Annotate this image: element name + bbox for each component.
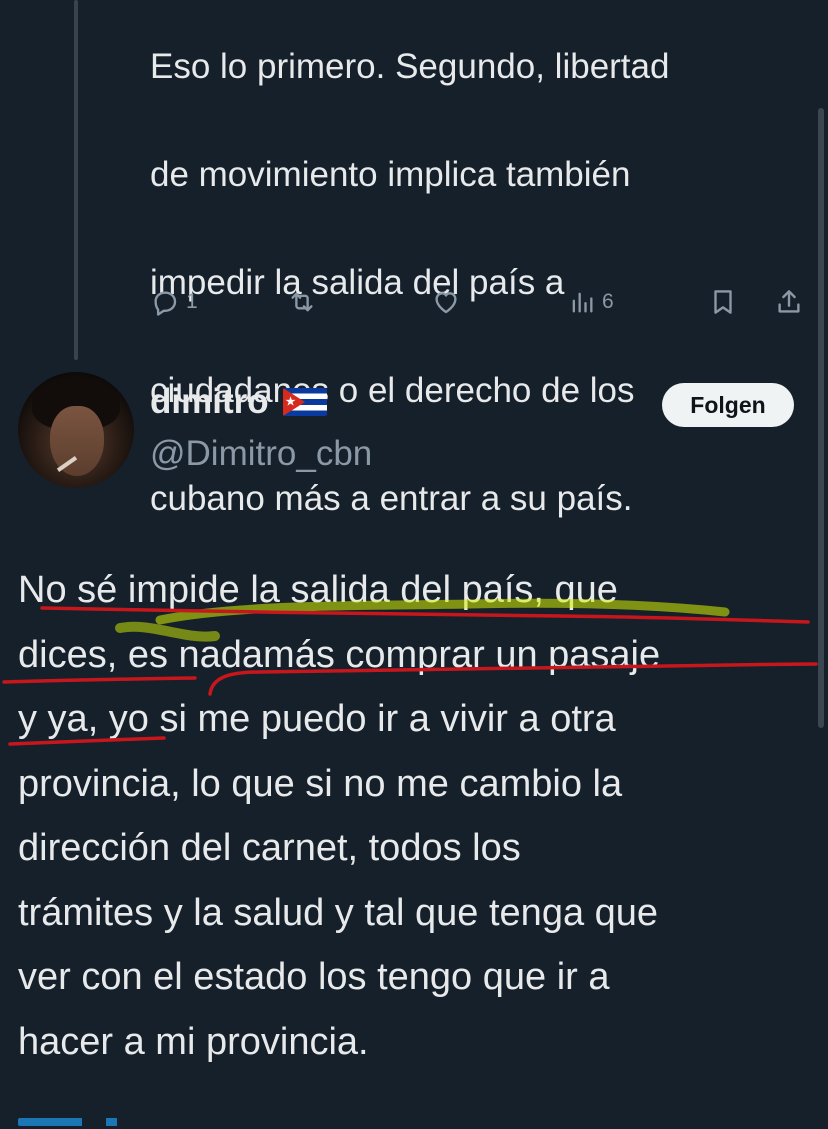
bookmark-icon [708, 287, 738, 317]
views-button[interactable]: 6 [568, 284, 614, 320]
share-button[interactable] [774, 284, 804, 320]
tweet-line: No sé impide la salida del país, que [18, 569, 618, 611]
reply-count: 1 [186, 290, 198, 313]
tweet-line: ver con el estado los tengo que ir a [18, 956, 610, 998]
author-handle[interactable]: @Dimitro_cbn [150, 434, 372, 474]
share-icon [774, 287, 804, 317]
tweet-line: provincia, lo que si no me cambio la [18, 762, 623, 805]
author-display-name: dimitro [150, 382, 269, 421]
scrollbar[interactable] [818, 108, 824, 728]
views-icon [568, 287, 596, 317]
tweet-line: dirección del carnet, todos los [18, 827, 521, 869]
avatar[interactable] [18, 372, 134, 488]
previous-tweet-line: de movimiento implica también [150, 155, 631, 194]
tweet-line: trámites y la salud y tal que tenga que [18, 891, 659, 934]
tweet-text: No sé impide la salida del país, que dic… [18, 558, 818, 1074]
retweet-button[interactable] [286, 284, 318, 320]
previous-tweet-line: cubano más a entrar a su país. [150, 479, 633, 518]
previous-tweet-line: Eso lo primero. Segundo, libertad [150, 47, 670, 86]
views-count: 6 [602, 290, 614, 313]
retweet-icon [286, 287, 318, 317]
follow-button[interactable]: Folgen [662, 383, 794, 427]
next-element-cutoff [18, 1118, 178, 1126]
tweet-line: dices, es nadamás comprar un pasaje [18, 633, 661, 676]
like-button[interactable] [430, 284, 462, 320]
author-name[interactable]: dimitro ★ [150, 382, 327, 422]
heart-icon [430, 287, 462, 317]
tweet-line: hacer a mi provincia. [18, 1020, 369, 1063]
tweet-line: y ya, yo si me puedo ir a vivir a otra [18, 698, 616, 740]
tweet-thread-view: Eso lo primero. Segundo, libertad de mov… [0, 0, 828, 1129]
tweet-action-bar: 1 6 [0, 284, 828, 320]
reply-icon [150, 287, 180, 317]
bookmark-button[interactable] [708, 284, 738, 320]
reply-button[interactable]: 1 [150, 284, 198, 320]
cuba-flag-icon: ★ [282, 388, 327, 416]
